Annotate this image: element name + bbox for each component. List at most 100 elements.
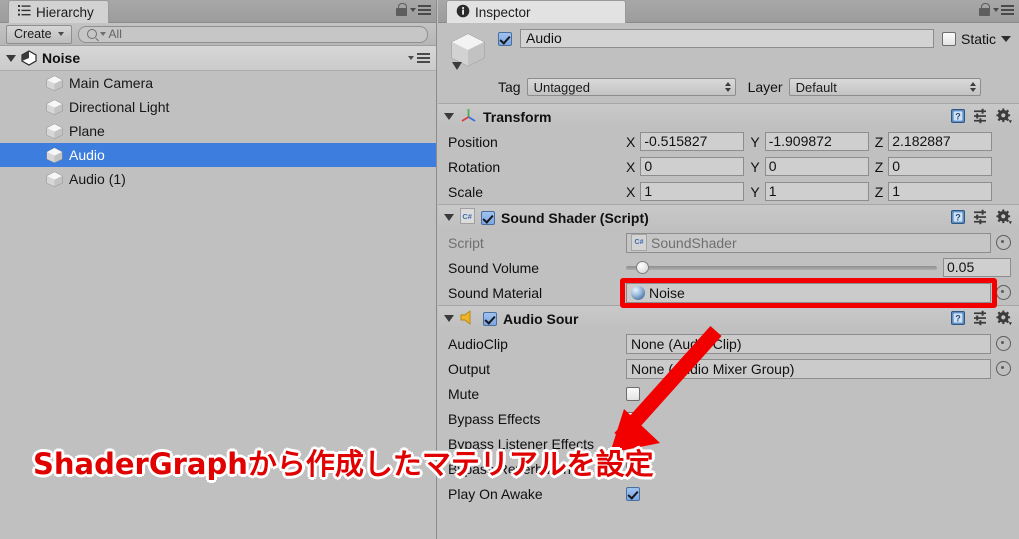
position-y-input[interactable]: -1.909872	[764, 132, 869, 151]
field-label: Mute	[448, 385, 480, 402]
sound-material-object-field[interactable]: Noise	[626, 282, 991, 303]
hierarchy-menu-icon[interactable]	[410, 4, 431, 15]
row-rotation: Rotation X 0 Y 0 Z 0	[438, 154, 1019, 179]
inspector-body: Audio Static Tag Untagged Layer Default …	[438, 23, 1019, 506]
layer-dropdown[interactable]: Default	[788, 78, 981, 96]
component-header-audio-sour[interactable]: Audio Sour ?	[438, 306, 1019, 331]
component-enabled-checkbox[interactable]	[481, 210, 495, 225]
unity-editor-window: Hierarchy Create All Noise Main Camera D…	[0, 0, 1019, 539]
field-label: Script	[448, 234, 484, 251]
tab-hierarchy-label: Hierarchy	[36, 4, 94, 20]
field-label: Scale	[448, 183, 484, 200]
svg-text:?: ?	[955, 213, 961, 223]
audioclip-object-field[interactable]: None (Audio Clip)	[626, 333, 991, 354]
gameobject-enabled-checkbox[interactable]	[498, 31, 512, 46]
hierarchy-item-plane[interactable]: Plane	[0, 119, 436, 143]
gear-icon[interactable]	[996, 108, 1012, 124]
tab-inspector[interactable]: Inspector	[446, 0, 626, 23]
gameobject-cube-icon	[46, 123, 63, 139]
field-label: AudioClip	[448, 335, 508, 352]
component-list: Transform ? Position X -0.515827 Y -1.90…	[438, 103, 1019, 506]
output-object-field[interactable]: None (Audio Mixer Group)	[626, 358, 991, 379]
slider-track[interactable]	[626, 260, 937, 274]
row-play-on-awake: Play On Awake	[438, 481, 1019, 506]
lock-icon[interactable]	[979, 3, 990, 16]
create-button[interactable]: Create	[6, 24, 72, 44]
position-x-input[interactable]: 1	[640, 182, 745, 201]
bypass-reverb-zones-checkbox[interactable]	[626, 461, 640, 476]
search-filter-chevron-icon	[99, 32, 106, 36]
component-header-transform[interactable]: Transform ?	[438, 104, 1019, 129]
hierarchy-item-list: Main Camera Directional Light Plane Audi…	[0, 71, 436, 191]
hierarchy-tree: Noise Main Camera Directional Light Plan…	[0, 46, 436, 191]
scene-menu-icon[interactable]	[408, 53, 430, 63]
inspector-menu-icon[interactable]	[993, 4, 1014, 15]
position-z-input[interactable]: 2.182887	[888, 132, 993, 151]
lock-icon[interactable]	[396, 3, 407, 16]
object-picker-icon[interactable]	[996, 361, 1011, 376]
object-picker-icon[interactable]	[996, 285, 1011, 300]
component-audio-sour: Audio Sour ? AudioClip None (Audio Clip)…	[438, 305, 1019, 506]
tab-hierarchy[interactable]: Hierarchy	[8, 0, 109, 23]
layer-value: Default	[795, 79, 837, 95]
gear-icon[interactable]	[996, 209, 1012, 225]
preset-icon[interactable]	[973, 209, 989, 225]
row-scale: Scale X 1 Y 1 Z 1	[438, 179, 1019, 204]
svg-text:?: ?	[955, 112, 961, 122]
hierarchy-tabstrip: Hierarchy	[0, 0, 436, 23]
position-y-input[interactable]: 1	[764, 182, 869, 201]
slider-knob[interactable]	[635, 260, 649, 274]
bypass-effects-checkbox[interactable]	[626, 411, 640, 426]
tag-dropdown-arrows-icon	[724, 82, 731, 92]
static-checkbox[interactable]	[941, 31, 956, 46]
hierarchy-item-audio[interactable]: Audio	[0, 143, 436, 167]
sound-volume-value-input[interactable]: 0.05	[943, 258, 1011, 277]
gear-icon[interactable]	[996, 310, 1012, 326]
object-picker-icon[interactable]	[996, 235, 1011, 250]
tag-dropdown[interactable]: Untagged	[526, 78, 736, 96]
position-x-input[interactable]: 0	[640, 157, 745, 176]
preset-icon[interactable]	[973, 108, 989, 124]
component-title: Transform	[483, 108, 552, 125]
object-field-value: Noise	[649, 284, 685, 301]
transform-axis-icon	[460, 107, 477, 127]
bypass-listener-effects-checkbox[interactable]	[626, 436, 640, 451]
static-dropdown-chevron-icon[interactable]	[1001, 35, 1011, 42]
component-header-sound-shader-script[interactable]: C# Sound Shader (Script) ?	[438, 205, 1019, 230]
script-object-field[interactable]: C# SoundShader	[626, 232, 991, 253]
hierarchy-item-directional-light[interactable]: Directional Light	[0, 95, 436, 119]
component-foldout-triangle-icon[interactable]	[444, 214, 454, 221]
search-input[interactable]: All	[77, 25, 428, 43]
component-foldout-triangle-icon[interactable]	[444, 315, 454, 322]
expand-triangle-icon[interactable]	[6, 54, 16, 62]
axis-y-label: Y	[750, 133, 760, 150]
play-on-awake-checkbox[interactable]	[626, 486, 640, 501]
tag-label: Tag	[498, 79, 521, 95]
position-y-input[interactable]: 0	[764, 157, 869, 176]
component-enabled-checkbox[interactable]	[483, 311, 497, 326]
position-z-input[interactable]: 1	[888, 182, 993, 201]
mute-checkbox[interactable]	[626, 386, 640, 401]
help-icon[interactable]: ?	[950, 209, 966, 225]
object-picker-icon[interactable]	[996, 336, 1011, 351]
help-icon[interactable]: ?	[950, 310, 966, 326]
help-icon[interactable]: ?	[950, 108, 966, 124]
position-x-input[interactable]: -0.515827	[640, 132, 745, 151]
create-button-label: Create	[14, 27, 52, 41]
preset-icon[interactable]	[973, 310, 989, 326]
gameobject-name-input[interactable]: Audio	[520, 29, 934, 48]
row-sound-volume: Sound Volume 0.05	[438, 255, 1019, 280]
scene-root-row[interactable]: Noise	[0, 46, 436, 71]
gameobject-header: Audio Static	[438, 23, 1019, 78]
component-sound-shader-script: C# Sound Shader (Script) ? Script C# Sou…	[438, 204, 1019, 305]
sound-volume-slider[interactable]	[626, 260, 943, 274]
hierarchy-item-main-camera[interactable]: Main Camera	[0, 71, 436, 95]
hierarchy-item-audio-1[interactable]: Audio (1)	[0, 167, 436, 191]
row-output: Output None (Audio Mixer Group)	[438, 356, 1019, 381]
component-foldout-triangle-icon[interactable]	[444, 113, 454, 120]
row-bypass-listener-effects: Bypass Listener Effects	[438, 431, 1019, 456]
row-bypass-reverb-zones: Bypass Reverb Zones	[438, 456, 1019, 481]
search-placeholder: All	[108, 27, 122, 41]
row-position: Position X -0.515827 Y -1.909872 Z 2.182887	[438, 129, 1019, 154]
position-z-input[interactable]: 0	[888, 157, 993, 176]
